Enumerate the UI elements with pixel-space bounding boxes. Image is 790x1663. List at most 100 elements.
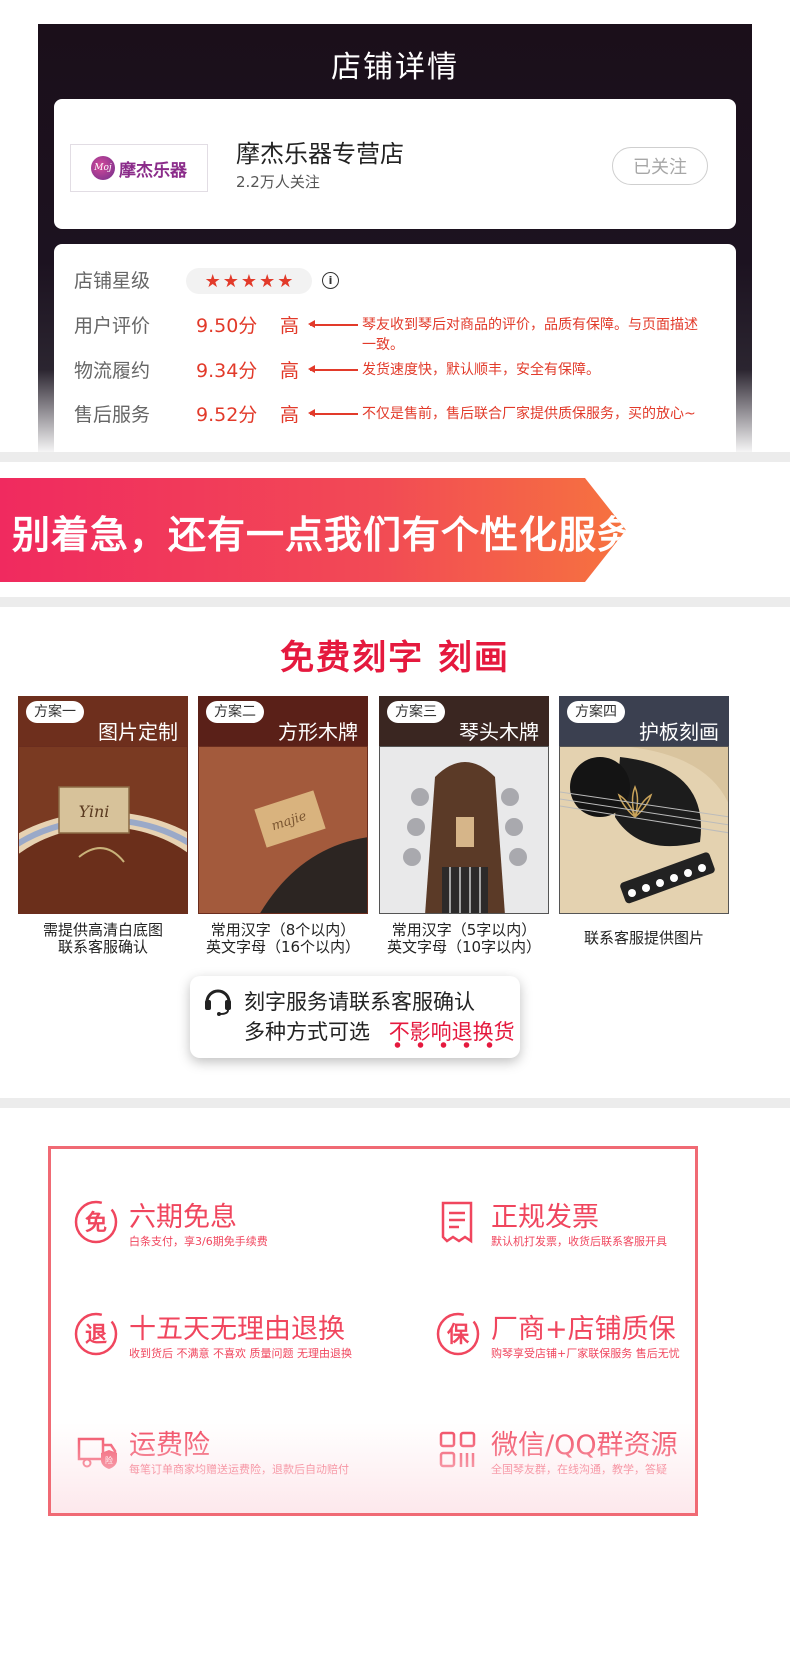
plan-caption-line: 联系客服确认	[57, 938, 148, 956]
plan-caption-line: 常用汉字（8个以内）	[210, 921, 356, 939]
logo-text: 摩杰乐器	[119, 160, 187, 181]
guarantee-subtitle: 每笔订单商家均赠送运费险，退款后自动赔付	[129, 1463, 349, 1476]
plan-name: 琴头木牌	[459, 720, 539, 744]
plan-header: 方案四 护板刻画	[559, 696, 729, 746]
rating-label: 用户评价	[74, 315, 151, 337]
plan-badge: 方案二	[206, 701, 264, 723]
store-card[interactable]: Moj 摩杰乐器 摩杰乐器专营店 2.2万人关注 已关注	[54, 99, 736, 229]
logo-mark-icon: Moj	[91, 156, 115, 180]
plan-caption: 需提供高清白底图 联系客服确认	[18, 922, 188, 956]
rating-card: 店铺星级 ★ ★ ★ ★ ★ i 用户评价 9.50分 高 琴友收到琴后对商品的…	[54, 244, 736, 456]
guarantee-invoice: 正规发票 默认机打发票，收货后联系客服开具	[435, 1195, 735, 1255]
guarantee-subtitle: 白条支付，享3/6期免手续费	[129, 1235, 268, 1248]
arrow-left-icon	[308, 366, 358, 372]
plan-card-2[interactable]: 方案二 方形木牌 majie	[198, 696, 368, 914]
plan-caption-line: 常用汉字（5字以内）	[391, 921, 537, 939]
rating-score: 9.52分	[196, 404, 258, 426]
guarantee-interest-free: 免 六期免息 白条支付，享3/6期免手续费	[73, 1195, 373, 1255]
plan-caption-line: 联系客服提供图片	[583, 929, 704, 947]
guarantee-title: 十五天无理由退换	[129, 1314, 345, 1345]
guarantee-subtitle: 全国琴友群，在线沟通，教学，答疑	[491, 1463, 667, 1476]
cs-line-2-prefix: 多种方式可选	[244, 1020, 370, 1044]
plan-name: 图片定制	[98, 720, 178, 744]
plan-header: 方案三 琴头木牌	[379, 696, 549, 746]
engraving-title: 免费刻字 刻画	[280, 638, 510, 678]
emphasis-dots	[386, 1042, 506, 1048]
qq-group-icon	[439, 1431, 476, 1468]
cs-line-1: 刻字服务请联系客服确认	[244, 990, 475, 1014]
rating-row-aftersale: 售后服务 9.52分 高 不仅是售前，售后联合厂家提供质保服务，买的放心~	[74, 400, 734, 430]
plan-card-1[interactable]: 方案一 图片定制 Yini	[18, 696, 188, 914]
guarantees-panel: 免 六期免息 白条支付，享3/6期免手续费 正规发票 默认机打发票，收货后联系客…	[48, 1146, 698, 1516]
plan-caption-line: 需提供高清白底图	[42, 921, 163, 939]
plan-badge: 方案一	[26, 701, 84, 723]
star-rating-label: 店铺星级	[74, 270, 151, 292]
divider	[0, 452, 790, 462]
plan-header: 方案二 方形木牌	[198, 696, 368, 746]
info-icon[interactable]: i	[322, 272, 339, 289]
rating-level: 高	[280, 360, 300, 382]
guarantee-warranty: 保 厂商+店铺质保 购琴享受店铺+厂家联保服务 售后无忧	[435, 1307, 735, 1367]
guarantee-subtitle: 购琴享受店铺+厂家联保服务 售后无忧	[491, 1347, 680, 1360]
rating-note: 发货速度快，默认顺丰，安全有保障。	[362, 362, 600, 378]
store-fans-count: 2.2万人关注	[236, 173, 320, 191]
plan-image-headstock	[379, 746, 549, 914]
star-rating-row: 店铺星级 ★ ★ ★ ★ ★ i	[74, 266, 734, 296]
store-name[interactable]: 摩杰乐器专营店	[236, 134, 404, 169]
interest-free-icon: 免	[74, 1200, 118, 1244]
plan-caption: 常用汉字（8个以内） 英文字母（16个以内）	[198, 922, 368, 956]
guarantee-return: 退 十五天无理由退换 收到货后 不满意 不喜欢 质量问题 无理由退换	[73, 1307, 373, 1367]
rating-note: 琴友收到琴后对商品的评价，品质有保障。与页面描述一致。	[362, 317, 698, 353]
warranty-icon: 保	[436, 1312, 480, 1356]
guarantee-title: 六期免息	[129, 1202, 237, 1233]
plan-caption: 联系客服提供图片	[559, 930, 729, 947]
svg-text:Yini: Yini	[79, 802, 110, 821]
divider	[0, 1098, 790, 1108]
guarantee-title: 正规发票	[491, 1202, 599, 1233]
guarantee-qq-group: 微信/QQ群资源 全国琴友群，在线沟通，教学，答疑	[435, 1423, 735, 1483]
plan-header: 方案一 图片定制	[18, 696, 188, 746]
star-icon: ★	[222, 270, 239, 292]
rating-row-user: 用户评价 9.50分 高 琴友收到琴后对商品的评价，品质有保障。与页面描述一致。	[74, 311, 734, 353]
star-rating-stars: ★ ★ ★ ★ ★	[186, 268, 312, 294]
icon-glyph: 险	[105, 1455, 113, 1465]
rating-score: 9.50分	[196, 315, 258, 337]
star-icon: ★	[240, 270, 258, 292]
icon-glyph: 免	[85, 1210, 107, 1236]
invoice-icon	[441, 1201, 473, 1244]
plan-caption-line: 英文字母（10字以内）	[386, 938, 542, 956]
store-details-section: 店铺详情 Moj 摩杰乐器 摩杰乐器专营店 2.2万人关注 已关注 店铺星级 ★…	[38, 24, 752, 456]
guarantee-shipping-insurance: 险 运费险 每笔订单商家均赠送运费险，退款后自动赔付	[73, 1423, 373, 1483]
rating-label: 售后服务	[74, 404, 151, 426]
follow-button[interactable]: 已关注	[612, 147, 708, 185]
headset-icon	[205, 989, 231, 1016]
arrow-left-icon	[308, 321, 358, 327]
banner-text: 别着急，还有一点我们有个性化服务！	[12, 513, 676, 557]
star-icon: ★	[259, 270, 276, 292]
rating-label: 物流履约	[74, 360, 151, 382]
rating-note: 不仅是售前，售后联合厂家提供质保服务，买的放心~	[362, 406, 696, 422]
icon-glyph: 保	[446, 1323, 470, 1348]
star-icon: ★	[277, 270, 294, 292]
plan-card-4[interactable]: 方案四 护板刻画	[559, 696, 729, 914]
rating-score: 9.34分	[196, 360, 258, 382]
customer-service-box[interactable]: 刻字服务请联系客服确认 多种方式可选 不影响退换货	[190, 976, 520, 1058]
shipping-insurance-icon: 险	[77, 1437, 117, 1469]
plan-caption-line: 英文字母（16个以内）	[205, 938, 361, 956]
plan-card-3[interactable]: 方案三 琴头木牌	[379, 696, 549, 914]
icon-glyph: 退	[85, 1323, 107, 1348]
rating-row-logistics: 物流履约 9.34分 高 发货速度快，默认顺丰，安全有保障。	[74, 356, 734, 386]
guarantee-title: 微信/QQ群资源	[491, 1430, 678, 1461]
rating-level: 高	[280, 315, 300, 337]
plan-caption: 常用汉字（5字以内） 英文字母（10字以内）	[379, 922, 549, 956]
plan-badge: 方案三	[387, 701, 445, 723]
plan-name: 方形木牌	[278, 720, 358, 744]
service-banner: 别着急，还有一点我们有个性化服务！	[0, 478, 626, 582]
section-title: 店铺详情	[331, 50, 459, 85]
plan-image-soundhole-label: Yini	[18, 746, 188, 914]
star-icon: ★	[204, 270, 221, 292]
store-logo[interactable]: Moj 摩杰乐器	[70, 144, 208, 192]
plan-image-square-plaque: majie	[198, 746, 368, 914]
guarantee-subtitle: 收到货后 不满意 不喜欢 质量问题 无理由退换	[129, 1347, 352, 1360]
return-icon: 退	[74, 1312, 118, 1356]
